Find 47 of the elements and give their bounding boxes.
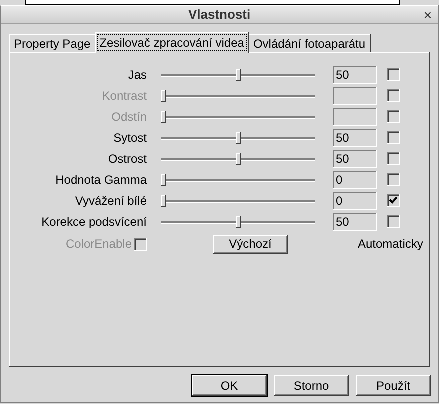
slider[interactable] — [161, 130, 315, 146]
value-field[interactable] — [333, 86, 377, 104]
slider-label: Ostrost — [108, 152, 147, 166]
slider[interactable] — [161, 172, 315, 188]
value-field[interactable]: 50 — [333, 128, 377, 146]
slider[interactable] — [161, 192, 315, 208]
slider-label: Hodnota Gamma — [56, 172, 147, 186]
value-field[interactable] — [333, 108, 377, 126]
slider-thumb[interactable] — [236, 132, 240, 144]
checkbox[interactable] — [387, 68, 400, 81]
checkbox[interactable] — [387, 215, 400, 228]
slider-label: Jas — [128, 68, 147, 82]
slider-label: Odstín — [112, 110, 147, 124]
dialog-button[interactable]: Storno — [274, 375, 349, 396]
slider-thumb[interactable] — [236, 152, 240, 164]
window-title: Vlastnosti — [188, 7, 251, 22]
dialog-button[interactable]: OK — [192, 375, 267, 396]
tab[interactable]: Zesilovač zpracování videa — [94, 32, 250, 53]
close-button[interactable]: × — [424, 6, 432, 23]
slider-label: Vyvážení bílé — [75, 194, 147, 208]
tab[interactable]: Property Page — [9, 34, 96, 52]
value-field[interactable]: 0 — [333, 170, 377, 188]
slider-label: Kontrast — [102, 88, 147, 102]
tab[interactable]: Ovládání fotoaparátu — [248, 34, 371, 52]
default-button[interactable]: Výchozí — [213, 234, 288, 254]
slider-thumb[interactable] — [161, 194, 166, 206]
checkbox-label: ColorEnable — [66, 237, 132, 251]
slider[interactable] — [161, 88, 315, 104]
checkbox[interactable] — [387, 131, 400, 144]
slider[interactable] — [161, 66, 315, 82]
checkbox[interactable] — [387, 152, 400, 165]
slider-thumb[interactable] — [161, 174, 166, 186]
value-field[interactable]: 50 — [333, 150, 377, 168]
value-field[interactable]: 50 — [333, 212, 377, 230]
slider-label: Sytost — [114, 130, 147, 144]
slider-thumb[interactable] — [236, 68, 240, 80]
slider[interactable] — [161, 214, 315, 230]
slider-thumb[interactable] — [236, 216, 240, 228]
checkbox[interactable] — [387, 173, 400, 186]
column-label: Automaticky — [358, 237, 424, 251]
value-field[interactable]: 50 — [333, 66, 377, 84]
dialog-button[interactable]: Použít — [356, 375, 431, 396]
slider[interactable] — [161, 150, 315, 166]
checkbox[interactable] — [387, 194, 400, 207]
slider[interactable] — [161, 108, 315, 124]
slider-label: Korekce podsvícení — [42, 214, 147, 228]
value-field[interactable]: 0 — [333, 192, 377, 210]
